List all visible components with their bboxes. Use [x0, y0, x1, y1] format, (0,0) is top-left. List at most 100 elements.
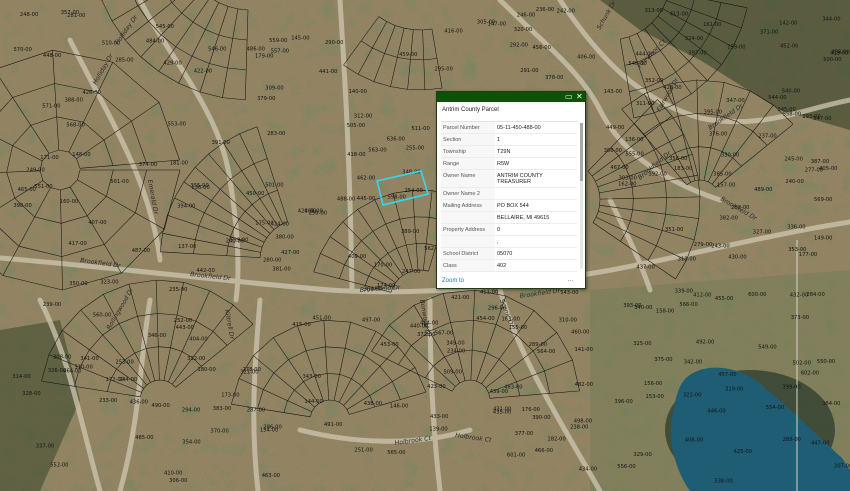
parcel-number-label: 279-00 [694, 242, 712, 248]
popup-field-label [441, 236, 495, 247]
parcel-number-label: 491-00 [324, 422, 342, 428]
parcel-number-label: 426-00 [83, 90, 101, 96]
popup-field-label: Parcel Number [441, 122, 495, 133]
popup-row: Section 1 [441, 134, 577, 146]
parcel-number-label: 378-00 [545, 75, 563, 81]
parcel-number-label: 253-00 [115, 359, 133, 365]
parcel-number-label: 321-00 [240, 369, 258, 375]
popup-title: Antrim County Parcel [442, 107, 499, 113]
parcel-number-label: 347-00 [726, 98, 744, 104]
parcel-number-label: 389-00 [401, 229, 419, 235]
parcel-number-label: 370-00 [210, 429, 228, 435]
parcel-number-label: 450-00 [246, 191, 264, 197]
parcel-number-label: 438-00 [364, 401, 382, 407]
parcel-number-label: 456-00 [533, 45, 551, 51]
parcel-number-label: 381-00 [272, 267, 290, 273]
parcel-number-label: 406-00 [577, 55, 595, 61]
parcel-number-label: 354-00 [182, 439, 200, 445]
parcel-number-label: 252-00 [174, 318, 192, 324]
parcel-number-label: 436-00 [130, 399, 148, 405]
parcel-number-label: 391-00 [212, 140, 230, 146]
parcel-number-label: 170-00 [374, 263, 392, 269]
parcel-number-label: 351-00 [665, 227, 683, 233]
parcel-number-label: 424-00 [271, 221, 289, 227]
parcel-number-label: 249-00 [26, 168, 44, 174]
parcel-map[interactable]: 182-00179-00180-00181-00183-00176-00177-… [0, 0, 850, 491]
parcel-number-label: 499-00 [304, 208, 322, 214]
parcel-number-label: 546-00 [208, 46, 226, 52]
parcel-number-label: 561-00 [110, 179, 128, 185]
close-icon[interactable]: ✕ [576, 92, 583, 102]
parcel-number-label: 329-00 [633, 452, 651, 458]
parcel-number-label: 430-00 [728, 255, 746, 261]
parcel-number-label: 404-00 [189, 336, 207, 342]
parcel-number-label: 385-00 [713, 171, 731, 177]
parcel-number-label: 308-00 [53, 354, 71, 360]
parcel-number-label: 487-00 [132, 248, 150, 254]
parcel-number-label: 136-00 [625, 137, 643, 143]
parcel-number-label: 246-00 [517, 13, 535, 19]
parcel-number-label: 411-00 [480, 289, 498, 295]
parcel-number-label: 395-00 [704, 110, 722, 116]
parcel-number-label: 145-00 [291, 36, 309, 42]
zoom-to-link[interactable]: Zoom to [442, 278, 464, 284]
parcel-number-label: 280-00 [263, 258, 281, 264]
parcel-number-label: 399-00 [782, 384, 800, 390]
parcel-number-label: 303-00 [619, 175, 637, 181]
parcel-number-label: 144-00 [304, 399, 322, 405]
parcel-number-label: 337-00 [36, 443, 54, 449]
parcel-number-label: 307-00 [834, 464, 850, 470]
parcel-number-label: 162-00 [618, 182, 636, 188]
parcel-number-label: 243-00 [711, 244, 729, 250]
parcel-number-label: 327-00 [753, 229, 771, 235]
popup-field-label: Owner Name 2 [441, 188, 495, 199]
popup-row: Owner Name ANTRIM COUNTY TREASURER [441, 170, 577, 188]
parcel-number-label: 173-00 [221, 392, 239, 398]
popup-attribute-table[interactable]: Parcel Number 05-11-450-488-00 Section 1 Tow… [441, 121, 577, 274]
parcel-number-label: 446-00 [707, 408, 725, 414]
parcel-number-label: 248-00 [20, 12, 38, 18]
parcel-number-label: 427-00 [281, 250, 299, 256]
parcel-number-label: 287-00 [247, 407, 265, 413]
more-options-icon[interactable]: … [567, 276, 574, 283]
popup-field-label: Township [441, 146, 495, 157]
parcel-number-label: 563-00 [368, 147, 386, 153]
parcel-number-label: 441-00 [319, 69, 337, 75]
parcel-number-label: 602-00 [801, 371, 819, 377]
parcel-number-label: 636-00 [387, 137, 405, 143]
parcel-number-label: 380-00 [275, 235, 293, 241]
parcel-number-label: 283-00 [267, 131, 285, 137]
parcel-number-label: 159-00 [727, 44, 745, 50]
parcel-number-label: 379-00 [257, 96, 275, 102]
parcel-number-label: 158-00 [656, 309, 674, 315]
parcel-number-label: 285-00 [115, 58, 133, 64]
parcel-number-label: 466-00 [535, 448, 553, 454]
parcel-number-label: 429-00 [163, 61, 181, 67]
parcel-number-label: 181-00 [170, 161, 188, 167]
maximize-icon[interactable]: ▭ [565, 92, 573, 102]
parcel-number-label: 415-00 [292, 322, 310, 328]
popup-row: , [441, 236, 577, 248]
parcel-number-label: 492-00 [696, 340, 714, 346]
parcel-number-label: 410-00 [164, 471, 182, 477]
parcel-number-label: 339-00 [675, 289, 693, 295]
popup-field-value: 05-11-450-488-00 [497, 125, 541, 131]
parcel-number-label: 422-00 [194, 68, 212, 74]
popup-row: Parcel Number 05-11-450-488-00 [441, 122, 577, 134]
parcel-number-label: 566-00 [679, 302, 697, 308]
parcel-number-label: 342-00 [684, 359, 702, 365]
parcel-number-label: 179-00 [255, 54, 273, 60]
parcel-number-label: 551-00 [34, 184, 52, 190]
parcel-number-label: 182-00 [547, 436, 565, 442]
parcel-number-label: 176-00 [522, 407, 540, 413]
popup-scrollbar[interactable] [580, 123, 583, 269]
parcel-number-label: 171-00 [40, 155, 58, 161]
parcel-number-label: 485-00 [135, 435, 153, 441]
parcel-number-label: 338-00 [714, 478, 732, 484]
parcel-number-label: 397-00 [688, 50, 706, 56]
parcel-number-label: 497-00 [362, 317, 380, 323]
parcel-number-label: 418-00 [347, 152, 365, 158]
parcel-number-label: 448-00 [43, 53, 61, 59]
popup-field-value: BELLAIRE, MI 49615 [497, 215, 550, 221]
popup-field-label: Section [441, 134, 495, 145]
